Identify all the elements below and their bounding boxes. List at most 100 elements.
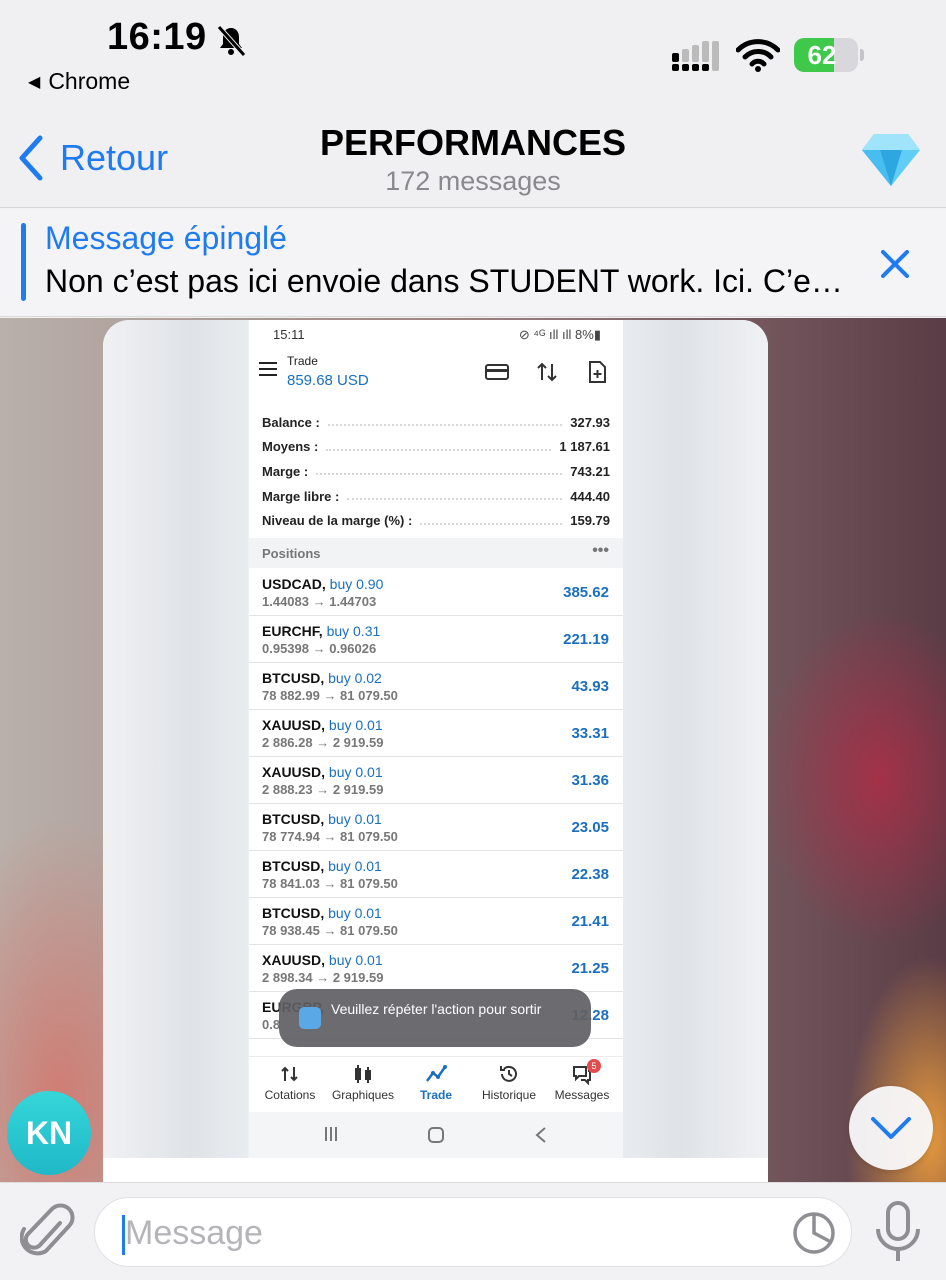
new-order-icon bbox=[589, 361, 606, 383]
candles-icon bbox=[355, 1065, 371, 1083]
position-row: BTCUSD, buy 0.01 78 841.03 → 81 079.50 22.… bbox=[249, 851, 623, 898]
status-bar: 16:19 ◀ Chrome 62 bbox=[0, 0, 946, 110]
position-range: 0.8 bbox=[262, 1017, 281, 1032]
recents-icon bbox=[325, 1127, 337, 1141]
pinned-label: Message épinglé bbox=[45, 220, 287, 256]
message-count: 172 messages bbox=[385, 166, 561, 196]
account-value: 327.93 bbox=[570, 414, 610, 430]
chevron-down-icon bbox=[871, 1117, 911, 1139]
position-range: 78 841.03 → 81 079.50 bbox=[262, 876, 398, 891]
positions-header: Positions ••• bbox=[249, 538, 623, 568]
app-icon bbox=[299, 1007, 321, 1029]
bell-slash-icon bbox=[217, 25, 246, 57]
account-row: Marge libre : 444.40 bbox=[262, 484, 610, 509]
status-time: 16:19 bbox=[107, 16, 207, 58]
message-badge: 5 bbox=[587, 1059, 601, 1073]
position-row: BTCUSD, buy 0.01 78 774.94 → 81 079.50 23.… bbox=[249, 804, 623, 851]
position-range: 0.95398 → 0.96026 bbox=[262, 641, 377, 656]
position-row: EURCHF, buy 0.31 0.95398 → 0.96026 221.19 bbox=[249, 616, 623, 663]
position-symbol: BTCUSD, bbox=[262, 670, 325, 686]
message-input[interactable] bbox=[125, 1206, 765, 1260]
home-icon bbox=[428, 1127, 444, 1143]
position-direction: buy 0.01 bbox=[328, 905, 382, 921]
account-value: 444.40 bbox=[570, 488, 610, 504]
position-direction: buy 0.01 bbox=[328, 764, 383, 780]
chat-title[interactable]: PERFORMANCES bbox=[0, 122, 946, 164]
android-nav-bar bbox=[249, 1112, 623, 1158]
account-row: Balance : 327.93 bbox=[262, 410, 610, 435]
account-row: Niveau de la marge (%) : 159.79 bbox=[262, 508, 610, 533]
more-icon: ••• bbox=[592, 542, 609, 559]
diamond-icon[interactable] bbox=[860, 130, 922, 188]
position-symbol: USDCAD, bbox=[262, 576, 326, 592]
position-profit: 43.93 bbox=[571, 678, 609, 695]
account-label: Marge : bbox=[262, 463, 309, 479]
account-label: Balance : bbox=[262, 414, 320, 430]
position-range: 78 882.99 → 81 079.50 bbox=[262, 688, 398, 703]
chat-header: Retour PERFORMANCES 172 messages bbox=[0, 110, 946, 208]
wifi-icon bbox=[736, 39, 780, 72]
account-label: Niveau de la marge (%) : bbox=[262, 513, 413, 529]
trade-icon bbox=[426, 1065, 447, 1082]
position-direction: buy 0.01 bbox=[328, 717, 383, 733]
position-row: USDCAD, buy 0.90 1.44083 → 1.44703 385.62 bbox=[249, 569, 623, 616]
position-row: XAUUSD, buy 0.01 2 886.28 → 2 919.59 33.31 bbox=[249, 710, 623, 757]
tab-historique: Historique bbox=[472, 1057, 546, 1102]
position-row: XAUUSD, buy 0.01 2 898.34 → 2 919.59 21.25 bbox=[249, 945, 623, 992]
account-row: Moyens : 1 187.61 bbox=[262, 435, 610, 460]
tab-messages: 5 Messages bbox=[554, 1059, 610, 1102]
back-icon bbox=[535, 1127, 546, 1143]
position-profit: 31.36 bbox=[571, 772, 609, 789]
account-value: 1 187.61 bbox=[559, 439, 610, 455]
position-profit: 23.05 bbox=[571, 819, 609, 836]
position-symbol: BTCUSD, bbox=[262, 811, 325, 827]
position-symbol: XAUUSD, bbox=[262, 952, 326, 968]
screenshot-tab-bar: Cotations Graphiques Trade Historique 5 … bbox=[249, 1056, 623, 1110]
position-profit: 21.41 bbox=[571, 913, 609, 930]
position-profit: 385.62 bbox=[563, 584, 609, 601]
position-profit: 221.19 bbox=[563, 631, 609, 648]
avatar[interactable]: KN bbox=[7, 1091, 91, 1175]
position-range: 78 938.45 → 81 079.50 bbox=[262, 923, 398, 938]
account-label: Moyens : bbox=[262, 439, 319, 455]
quotes-icon bbox=[281, 1066, 298, 1082]
position-symbol: EURCHF, bbox=[262, 623, 323, 639]
position-direction: buy 0.01 bbox=[328, 858, 382, 874]
back-triangle-icon: ◀ bbox=[28, 74, 41, 91]
position-symbol: XAUUSD, bbox=[262, 764, 326, 780]
position-direction: buy 0.02 bbox=[328, 670, 382, 686]
account-value: 743.21 bbox=[570, 463, 610, 479]
position-range: 2 888.23 → 2 919.59 bbox=[262, 782, 384, 797]
close-icon[interactable] bbox=[878, 247, 912, 281]
tab-graphiques: Graphiques bbox=[326, 1057, 400, 1102]
paperclip-icon[interactable] bbox=[20, 1201, 76, 1261]
position-range: 2 898.34 → 2 919.59 bbox=[262, 970, 384, 985]
message-field[interactable] bbox=[94, 1197, 852, 1267]
position-direction: buy 0.90 bbox=[329, 576, 384, 592]
menu-icon bbox=[259, 362, 277, 376]
trade-screenshot: 15:11 ⊘ ⁴ᴳ ıll ıll 8%▮ Trade 859.68 USD … bbox=[249, 320, 623, 1158]
position-row: XAUUSD, buy 0.01 2 888.23 → 2 919.59 31.36 bbox=[249, 757, 623, 804]
history-icon bbox=[500, 1065, 517, 1082]
sort-icon bbox=[537, 362, 557, 382]
back-to-app[interactable]: ◀ Chrome bbox=[28, 68, 130, 95]
position-direction: buy 0.01 bbox=[328, 952, 383, 968]
position-profit: 33.31 bbox=[571, 725, 609, 742]
microphone-icon[interactable] bbox=[872, 1199, 924, 1265]
account-value: 159.79 bbox=[570, 513, 610, 529]
position-row: BTCUSD, buy 0.02 78 882.99 → 81 079.50 43.… bbox=[249, 663, 623, 710]
position-range: 1.44083 → 1.44703 bbox=[262, 594, 377, 609]
position-profit: 22.38 bbox=[571, 866, 609, 883]
position-direction: buy 0.31 bbox=[326, 623, 381, 639]
scroll-down-button[interactable] bbox=[849, 1086, 933, 1170]
position-symbol: BTCUSD, bbox=[262, 905, 325, 921]
sticker-icon[interactable] bbox=[791, 1210, 837, 1256]
tab-cotations: Cotations bbox=[253, 1057, 327, 1102]
pinned-message[interactable]: Message épinglé Non c’est pas ici envoie… bbox=[0, 209, 946, 317]
position-range: 78 774.94 → 81 079.50 bbox=[262, 829, 398, 844]
account-label: Marge libre : bbox=[262, 488, 340, 504]
battery-charging-icon: 62 bbox=[794, 38, 864, 72]
toast-notification: Veuillez répéter l'action pour sortir bbox=[279, 989, 591, 1047]
signal-icon bbox=[672, 41, 719, 71]
pinned-text: Non c’est pas ici envoie dans STUDENT wo… bbox=[45, 263, 843, 299]
